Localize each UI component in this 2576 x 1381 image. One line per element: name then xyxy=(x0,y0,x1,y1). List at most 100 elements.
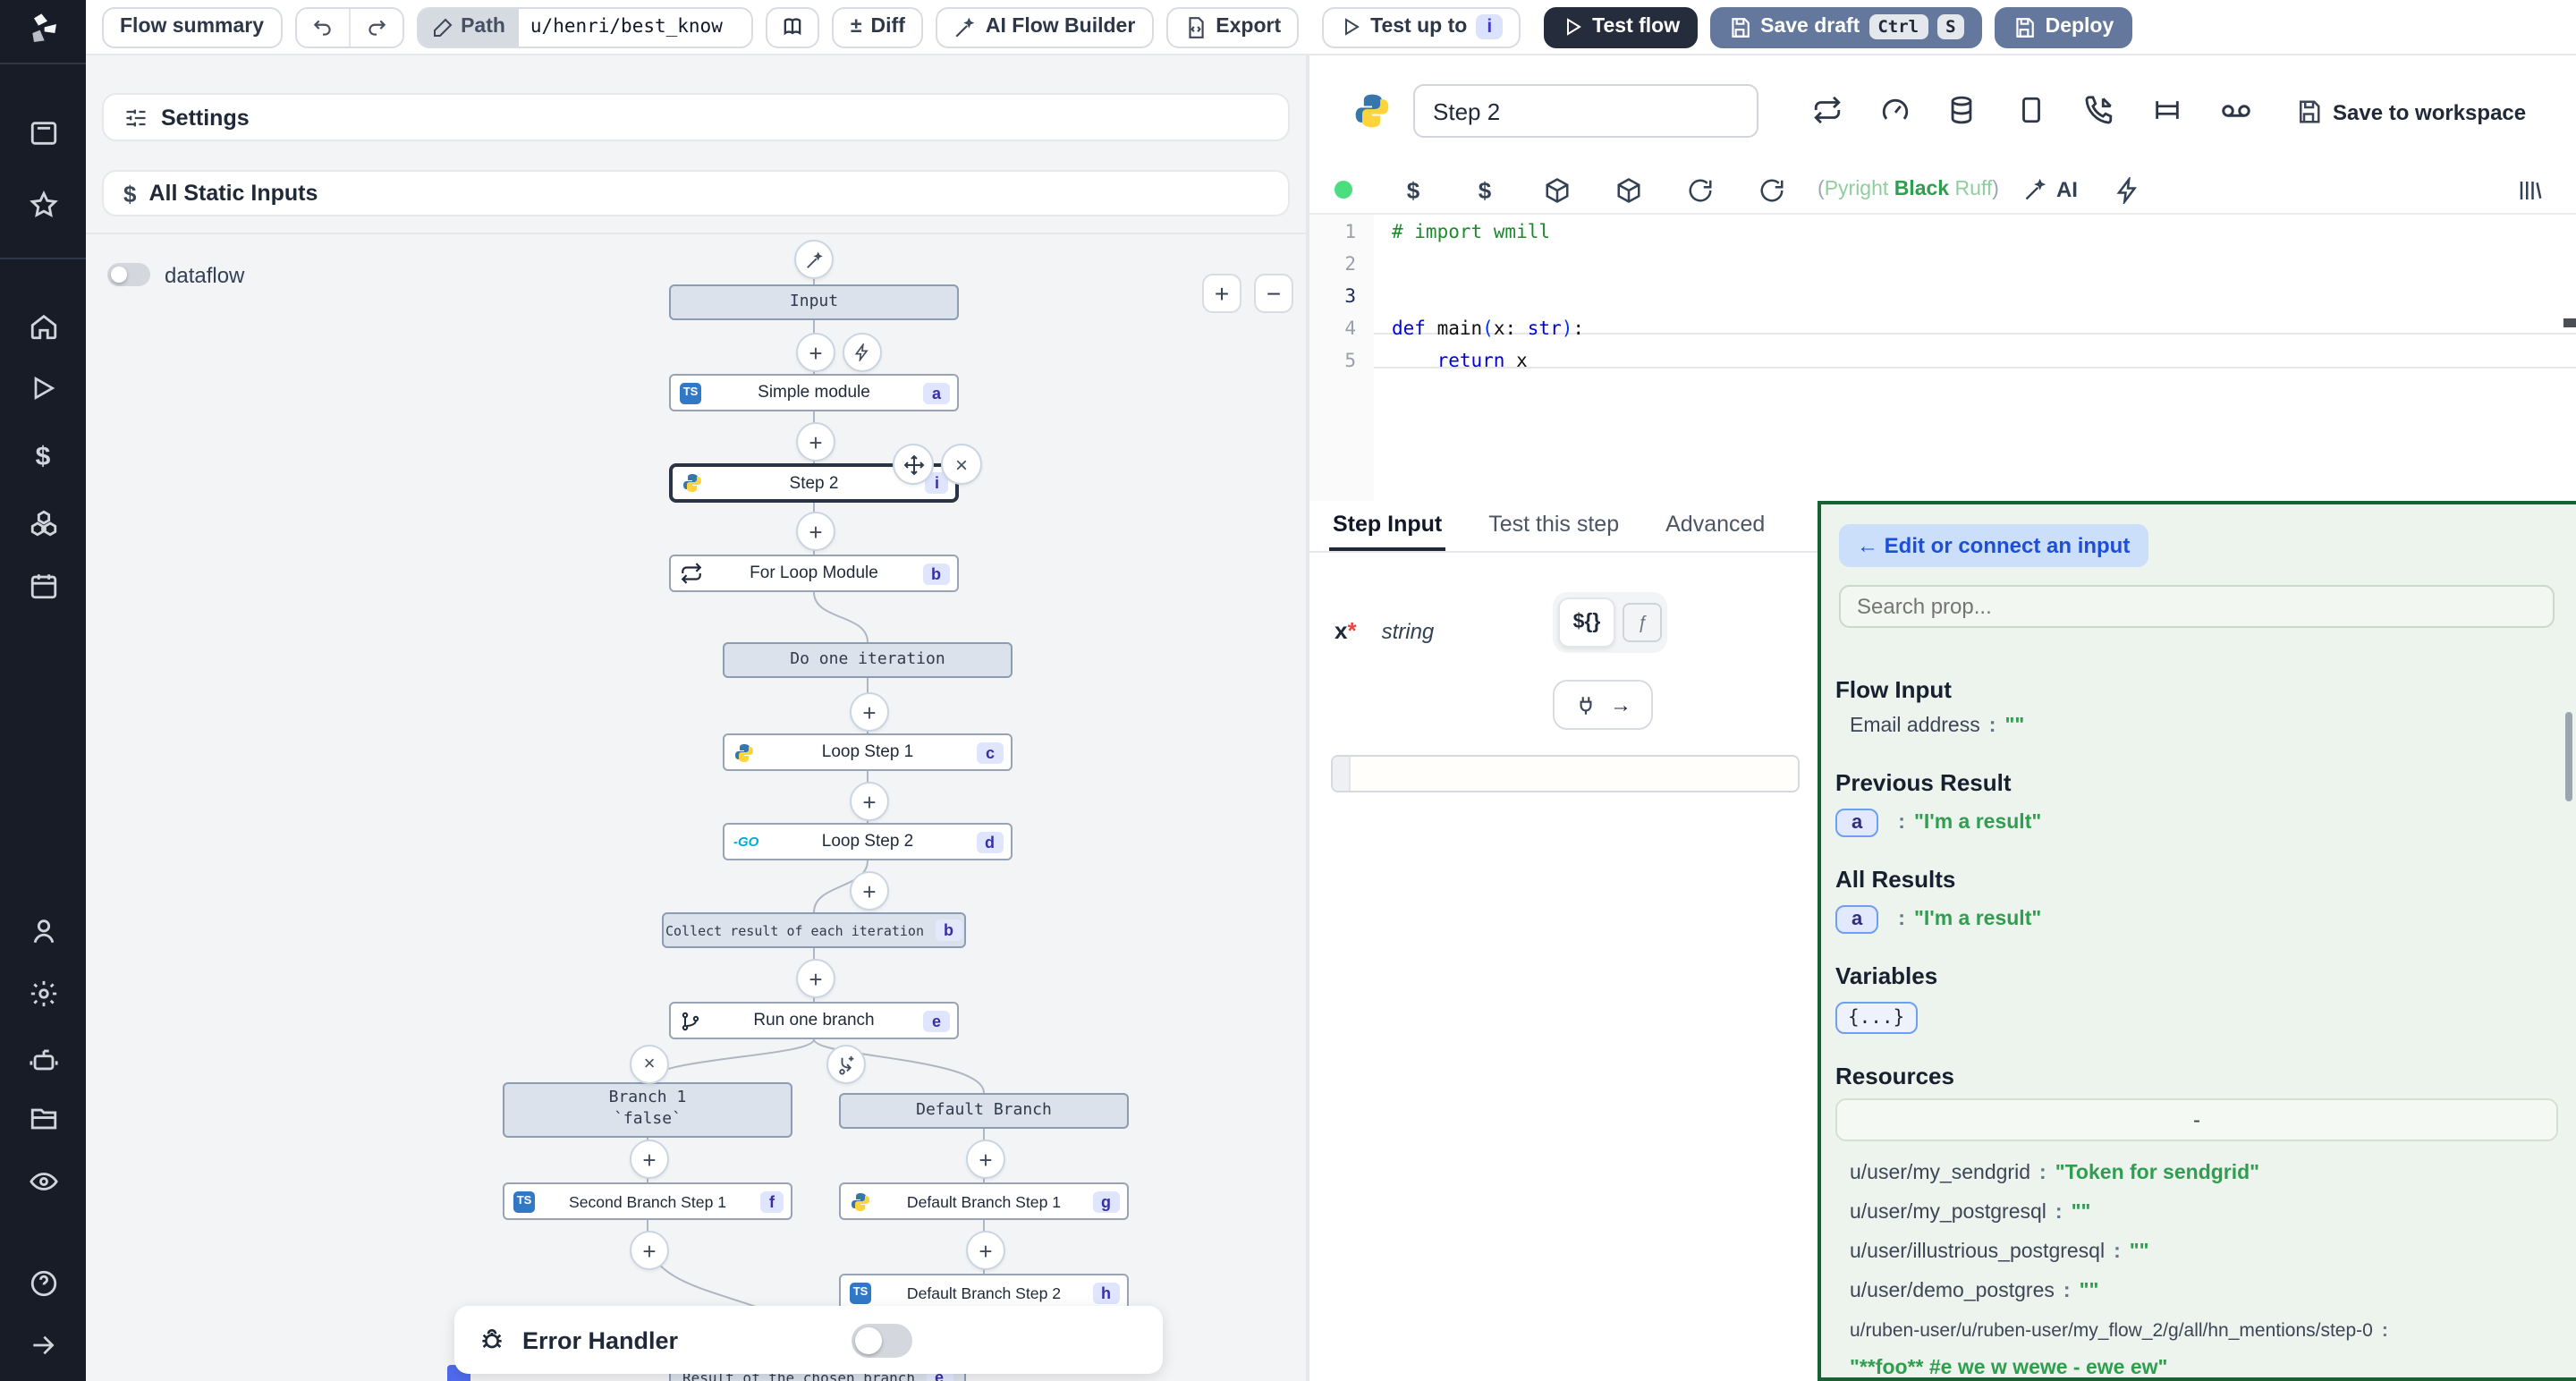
step-a-pill[interactable]: a xyxy=(1835,809,1878,837)
bolt-icon[interactable] xyxy=(2092,176,2164,203)
edit-or-connect-button[interactable]: ← Edit or connect an input xyxy=(1839,524,2148,567)
schedules-icon[interactable] xyxy=(25,567,61,603)
frame-icon[interactable] xyxy=(2152,95,2184,127)
add-step-button[interactable]: + xyxy=(966,1231,1005,1270)
diff-button[interactable]: ±Diff xyxy=(833,6,923,47)
mobile-icon[interactable] xyxy=(2016,95,2048,127)
windmill-logo-icon[interactable] xyxy=(21,11,64,47)
favorites-icon[interactable] xyxy=(25,186,61,222)
edit-path-button[interactable]: Path xyxy=(418,8,520,46)
settings-gear-icon[interactable] xyxy=(25,975,61,1011)
user-icon[interactable] xyxy=(25,912,61,948)
library-icon[interactable] xyxy=(2494,176,2565,203)
gauge-icon[interactable] xyxy=(1880,95,1912,127)
add-step-button[interactable]: + xyxy=(796,422,835,462)
error-handler-toggle[interactable] xyxy=(852,1324,912,1358)
save-draft-button[interactable]: Save draft Ctrl S xyxy=(1710,6,1982,47)
resources-filter-input[interactable]: - xyxy=(1835,1098,2558,1141)
path-input[interactable] xyxy=(520,8,752,46)
prop-row-all-results[interactable]: a:"I'm a result" xyxy=(1835,905,2041,934)
prop-row-previous-result[interactable]: a:"I'm a result" xyxy=(1835,809,2041,837)
deploy-button[interactable]: Deploy xyxy=(1996,6,2132,47)
save-to-workspace-button[interactable]: Save to workspace xyxy=(2295,98,2526,125)
tab-advanced[interactable]: Advanced xyxy=(1665,512,1765,551)
trigger-bolt-button[interactable] xyxy=(843,333,882,372)
home-icon[interactable] xyxy=(25,308,61,343)
variables-icon[interactable]: $ xyxy=(25,438,61,474)
resource-row[interactable]: u/user/my_sendgrid:"Token for sendgrid" xyxy=(1850,1163,2259,1184)
test-flow-button[interactable]: Test flow xyxy=(1544,6,1698,47)
test-up-to-button[interactable]: Test up to i xyxy=(1322,6,1521,47)
add-step-button[interactable]: + xyxy=(966,1140,1005,1179)
ai-flow-builder-button[interactable]: AI Flow Builder xyxy=(936,6,1153,47)
search-prop-input[interactable] xyxy=(1839,585,2555,628)
voicemail-icon[interactable] xyxy=(2220,95,2252,127)
resource-row[interactable]: u/user/my_postgresql:"" xyxy=(1850,1202,2090,1224)
step-a-pill[interactable]: a xyxy=(1835,905,1878,934)
phone-icon[interactable] xyxy=(2084,95,2116,127)
redo-button[interactable] xyxy=(348,8,402,46)
reload-icon[interactable] xyxy=(1735,176,1807,203)
add-step-button[interactable]: + xyxy=(796,959,835,998)
database-icon[interactable] xyxy=(1946,95,1979,127)
package-icon[interactable] xyxy=(1521,176,1592,203)
folders-icon[interactable] xyxy=(25,1100,61,1136)
add-branch-button[interactable] xyxy=(826,1045,866,1084)
variable-picker-icon[interactable]: $ xyxy=(1377,176,1449,203)
audit-logs-eye-icon[interactable] xyxy=(25,1163,61,1199)
add-step-button[interactable]: + xyxy=(630,1140,669,1179)
editor-scrollbar[interactable] xyxy=(2563,318,2576,327)
flow-node-loop-step-1[interactable]: Loop Step 1 c xyxy=(723,733,1013,771)
undo-button[interactable] xyxy=(296,8,348,46)
add-step-button[interactable]: + xyxy=(850,782,889,821)
docs-book-button[interactable] xyxy=(767,6,820,47)
move-step-button[interactable] xyxy=(893,444,934,485)
flow-node-collect-result[interactable]: Collect result of each iteration b xyxy=(662,912,966,948)
flow-node-branch-1[interactable]: Branch 1 `false` xyxy=(503,1082,792,1138)
connect-input-button[interactable]: → xyxy=(1553,680,1653,730)
resource-row[interactable]: u/user/illustrious_postgresql:"" xyxy=(1850,1241,2149,1263)
flow-node-default-branch[interactable]: Default Branch xyxy=(839,1093,1129,1129)
flow-node-default-branch-step-1[interactable]: Default Branch Step 1 g xyxy=(839,1182,1129,1220)
package-icon[interactable] xyxy=(1592,176,1664,203)
add-step-button[interactable]: + xyxy=(850,692,889,732)
reload-icon[interactable] xyxy=(1664,176,1735,203)
flow-node-do-one-iteration[interactable]: Do one iteration xyxy=(723,642,1013,678)
flow-node-second-branch-step-1[interactable]: TS Second Branch Step 1 f xyxy=(503,1182,792,1220)
arg-value-input[interactable] xyxy=(1331,755,1800,792)
code-editor[interactable]: 1 2 3 4 5 # import wmill def main(x: str… xyxy=(1309,213,2576,501)
rerun-loop-icon[interactable] xyxy=(1812,95,1844,127)
add-step-button[interactable]: + xyxy=(850,871,889,911)
flow-summary-button[interactable]: Flow summary xyxy=(102,6,282,47)
remove-branch-button[interactable]: × xyxy=(630,1045,669,1084)
add-step-button[interactable]: + xyxy=(630,1231,669,1270)
variables-expand-button[interactable]: {...} xyxy=(1835,1002,1917,1034)
add-step-button[interactable]: + xyxy=(796,512,835,551)
add-step-button[interactable]: + xyxy=(796,333,835,372)
flow-node-input[interactable]: Input xyxy=(669,284,959,320)
tab-step-input[interactable]: Step Input xyxy=(1333,512,1442,551)
export-button[interactable]: Export xyxy=(1165,6,1299,47)
resource-picker-icon[interactable]: $ xyxy=(1449,176,1521,203)
expand-arrow-icon[interactable] xyxy=(25,1327,61,1363)
ai-assistant-button[interactable]: AI xyxy=(2010,177,2092,202)
flow-node-run-one-branch[interactable]: Run one branch e xyxy=(669,1002,959,1039)
resources-icon[interactable] xyxy=(25,504,61,540)
flow-node-for-loop[interactable]: For Loop Module b xyxy=(669,555,959,592)
step-name-input[interactable] xyxy=(1413,84,1758,138)
help-icon[interactable] xyxy=(25,1265,61,1301)
runs-icon[interactable] xyxy=(25,370,61,406)
workers-icon[interactable] xyxy=(25,1041,61,1077)
apps-icon[interactable] xyxy=(25,114,61,150)
tab-test-this-step[interactable]: Test this step xyxy=(1488,512,1619,551)
flow-node-loop-step-2[interactable]: -GO Loop Step 2 d xyxy=(723,823,1013,860)
resource-row[interactable]: u/ruben-user/u/ruben-user/my_flow_2/g/al… xyxy=(1850,1320,2397,1342)
prop-row-email[interactable]: Email address:"" xyxy=(1850,716,2024,737)
panel-scrollbar[interactable] xyxy=(2565,712,2572,801)
function-mode-button[interactable]: ƒ xyxy=(1623,603,1662,642)
flow-node-simple-module[interactable]: TS Simple module a xyxy=(669,374,959,411)
error-handler-bar[interactable]: Error Handler xyxy=(454,1306,1163,1374)
template-mode-button[interactable]: ${} xyxy=(1558,597,1615,648)
ai-wand-button[interactable] xyxy=(794,240,834,279)
resource-row[interactable]: u/user/demo_postgres:"" xyxy=(1850,1281,2098,1302)
